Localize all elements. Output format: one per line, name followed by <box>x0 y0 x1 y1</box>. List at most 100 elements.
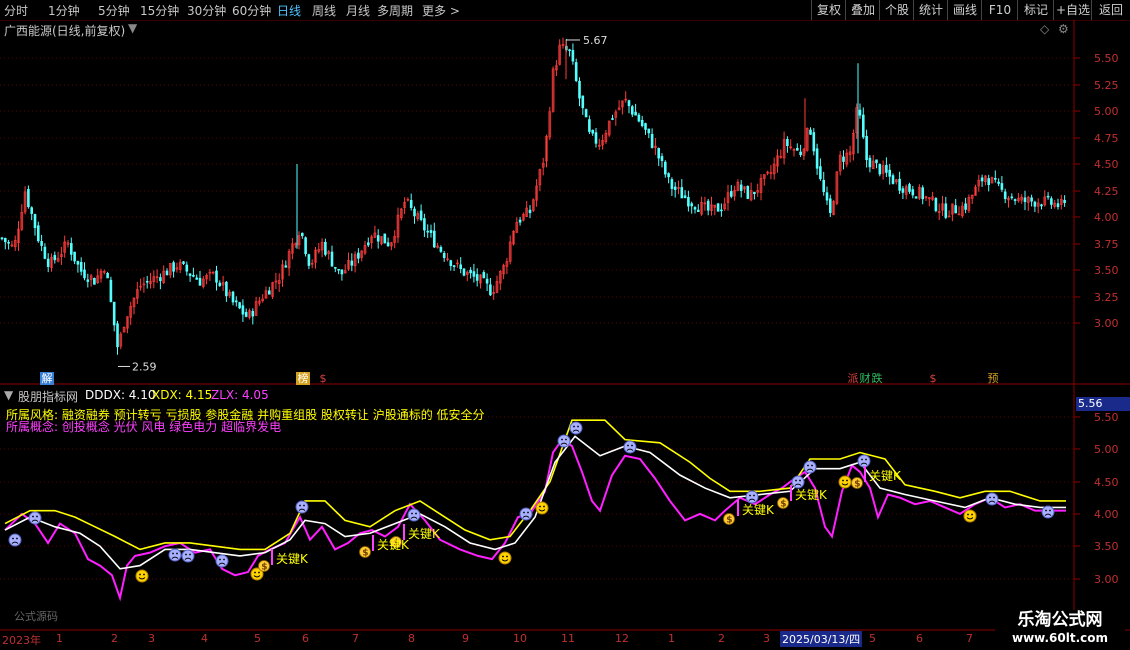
face-eye <box>523 511 525 514</box>
x-tick: 5 <box>869 632 876 645</box>
candle-down <box>419 210 423 220</box>
key-k-label: 关键K <box>869 469 902 483</box>
face-eye <box>502 555 504 558</box>
settings-icon[interactable]: ⚙ <box>1058 22 1069 36</box>
candle-down <box>753 191 756 195</box>
candle-down <box>878 164 882 175</box>
candle-down <box>696 209 700 213</box>
x-tick: 3 <box>148 632 155 645</box>
diamond-icon[interactable]: ◇ <box>1040 22 1049 36</box>
x-tick: 10 <box>513 632 527 645</box>
smile-icon <box>498 551 512 565</box>
candle-down <box>993 178 997 180</box>
candle-down <box>1063 199 1066 203</box>
event-badge-forecast[interactable]: 预 <box>986 372 1000 385</box>
y-tick: 3.75 <box>1094 238 1119 251</box>
frown-icon <box>985 492 999 506</box>
face-eye <box>254 571 256 574</box>
face-eye <box>185 553 187 556</box>
candle-down <box>812 132 816 152</box>
face-eye <box>865 458 867 461</box>
low-price-label: 2.59 <box>132 360 157 373</box>
event-badge-dollar[interactable]: $ <box>318 372 328 385</box>
candle-down <box>1023 197 1027 203</box>
candle-down <box>980 177 984 182</box>
candle-down <box>720 209 723 212</box>
candle-down <box>225 281 228 297</box>
candle-down <box>1003 191 1007 200</box>
frown-icon <box>791 475 805 489</box>
candle-down <box>908 184 911 192</box>
candle-down <box>46 258 50 267</box>
candle-down <box>1040 204 1043 207</box>
candle-down <box>188 273 192 276</box>
face-eye <box>527 511 529 514</box>
x-tick: 11 <box>561 632 575 645</box>
frown-icon <box>623 440 637 454</box>
event-badge-unlock[interactable]: 解 <box>40 372 54 385</box>
candle-down <box>574 62 578 82</box>
ind-y-tick: 5.00 <box>1094 443 1119 456</box>
high-price-label: 5.67 <box>583 34 608 47</box>
face-eye <box>861 458 863 461</box>
candle-down <box>865 135 868 161</box>
frown-icon <box>857 454 871 468</box>
candle-down <box>1056 203 1060 208</box>
candle-down <box>333 267 337 269</box>
face-eye <box>631 444 633 447</box>
face-eye <box>303 504 305 507</box>
candle-down <box>795 147 799 151</box>
candle-down <box>231 291 235 303</box>
candle-down <box>330 251 334 267</box>
event-badge-dollar-2[interactable]: $ <box>928 372 938 385</box>
chevron-down-icon[interactable]: ▼ <box>128 21 137 35</box>
y-tick: 4.50 <box>1094 158 1119 171</box>
frown-icon <box>557 434 571 448</box>
candle-down <box>911 189 915 196</box>
candle-down <box>409 200 413 208</box>
candle-down <box>528 209 532 214</box>
candle-down <box>93 277 96 285</box>
candle-down <box>452 265 456 267</box>
candle-down <box>449 260 453 267</box>
face-eye <box>172 552 174 555</box>
candle-down <box>663 161 667 175</box>
face-eye <box>749 494 751 497</box>
candle-down <box>145 280 149 283</box>
chevron-down-icon[interactable]: ▼ <box>4 388 13 402</box>
x-tick: 2023年 <box>2 634 41 647</box>
x-tick: 8 <box>408 632 415 645</box>
face-eye <box>299 504 301 507</box>
event-badge-list[interactable]: 榜 <box>296 372 310 385</box>
x-tick: 2 <box>111 632 118 645</box>
kline-chart[interactable]: 5.672.59$$$$$$关键K关键K关键K关键K关键K关键K <box>0 0 1130 650</box>
event-badge-dividend[interactable]: 派 <box>847 372 859 385</box>
candle-down <box>284 265 288 268</box>
candle-down <box>858 109 862 116</box>
face-eye <box>506 555 508 558</box>
x-tick: 9 <box>462 632 469 645</box>
candle-down <box>172 262 175 272</box>
candle-down <box>868 157 872 168</box>
x-tick: 3 <box>763 632 770 645</box>
candle-down <box>809 129 812 135</box>
x-tick: 7 <box>352 632 359 645</box>
face-eye <box>411 512 413 515</box>
candle-down <box>987 178 991 186</box>
candle-down <box>571 50 575 62</box>
candle-down <box>215 270 218 283</box>
candle-down <box>1030 197 1033 202</box>
frown-icon <box>8 533 22 547</box>
ind-y-tick: 4.00 <box>1094 508 1119 521</box>
event-badge-finance[interactable]: 财 <box>859 372 871 385</box>
face-eye <box>176 552 178 555</box>
face-eye <box>795 479 797 482</box>
candle-down <box>300 232 304 237</box>
x-tick: 7 <box>966 632 973 645</box>
money-bag-symbol: $ <box>261 563 267 573</box>
candle-down <box>819 166 822 180</box>
candle-down <box>109 279 113 302</box>
candle-down <box>584 109 588 118</box>
candle-down <box>386 242 390 247</box>
event-badge-drop[interactable]: 跌 <box>871 372 883 385</box>
